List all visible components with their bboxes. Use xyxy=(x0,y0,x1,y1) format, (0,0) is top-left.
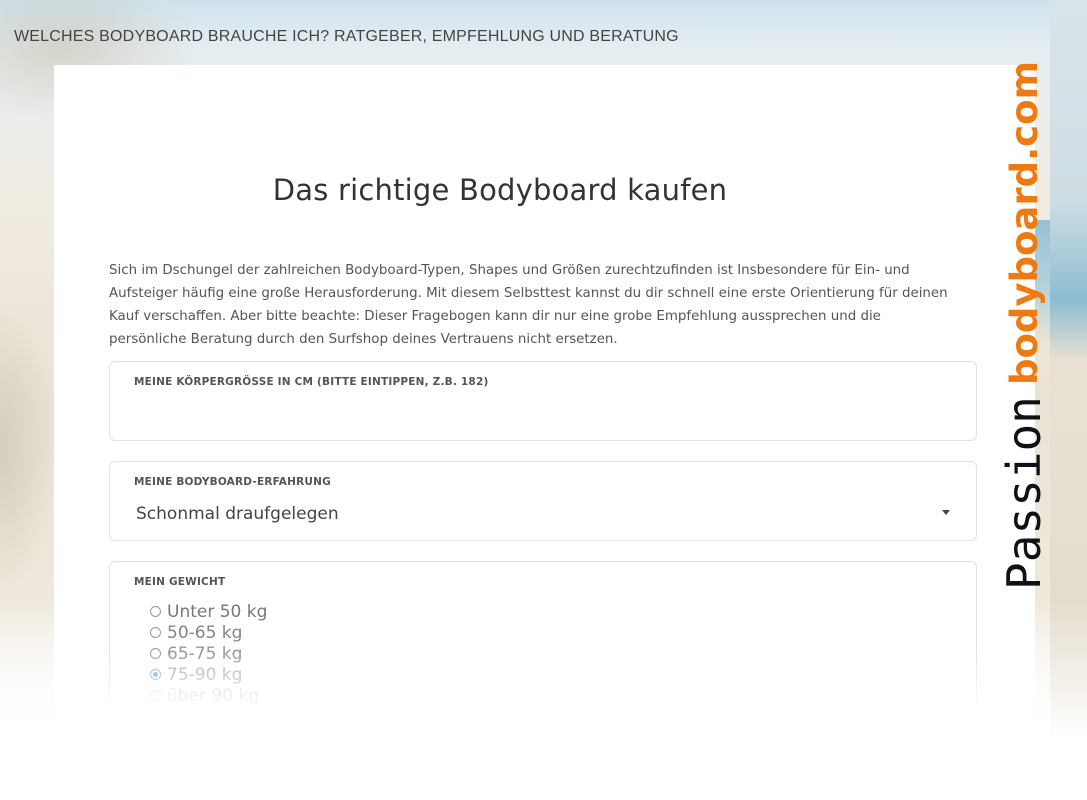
height-input[interactable] xyxy=(132,400,956,430)
intro-line: Aufsteiger häufig eine große Herausforde… xyxy=(109,286,948,301)
weight-field-label: MEIN GEWICHT xyxy=(134,576,226,588)
radio-button[interactable] xyxy=(150,606,161,617)
experience-select[interactable]: Schonmal draufgelegen xyxy=(136,504,339,524)
weight-field: MEIN GEWICHT Unter 50 kg 50-65 kg 65-75 … xyxy=(109,561,977,720)
height-field: MEINE KÖRPERGRÖSSE IN CM (BITTE EINTIPPE… xyxy=(109,361,977,441)
weight-option-label: 50-65 kg xyxy=(167,622,243,643)
radio-button[interactable] xyxy=(150,690,161,701)
weight-option-label: über 90 kg xyxy=(167,685,260,706)
intro-text: Sich im Dschungel der zahlreichen Bodybo… xyxy=(109,259,949,351)
experience-field-label: MEINE BODYBOARD-ERFAHRUNG xyxy=(134,476,331,488)
background-shade xyxy=(0,300,60,600)
passion-bodyboard-logo: Passion bodyboard.com xyxy=(1000,61,1051,590)
weight-option-label: 75-90 kg xyxy=(167,664,243,685)
radio-button-checked[interactable] xyxy=(150,669,161,680)
weight-option-label: 65-75 kg xyxy=(167,643,243,664)
weight-option[interactable]: 50-65 kg xyxy=(150,622,242,643)
weight-option-label: Unter 50 kg xyxy=(167,601,268,622)
logo-text-domain: bodyboard.com xyxy=(1003,61,1046,385)
intro-line: Kauf verschaffen. Aber bitte beachte: Di… xyxy=(109,309,881,324)
intro-line: persönliche Beratung durch den Surfshop … xyxy=(109,332,618,347)
height-field-label: MEINE KÖRPERGRÖSSE IN CM (BITTE EINTIPPE… xyxy=(134,376,489,388)
content-card: Das richtige Bodyboard kaufen Sich im Ds… xyxy=(54,65,1035,720)
caret-down-icon[interactable] xyxy=(942,510,950,515)
weight-option[interactable]: 65-75 kg xyxy=(150,643,242,664)
radio-button[interactable] xyxy=(150,648,161,659)
radio-button[interactable] xyxy=(150,627,161,638)
intro-line: Sich im Dschungel der zahlreichen Bodybo… xyxy=(109,263,910,278)
experience-field[interactable]: MEINE BODYBOARD-ERFAHRUNG Schonmal drauf… xyxy=(109,461,977,541)
page-title: Das richtige Bodyboard kaufen xyxy=(272,173,728,207)
weight-option[interactable]: über 90 kg xyxy=(150,685,259,706)
logo-text-passion: Passion xyxy=(1000,396,1051,590)
page-header-title: WELCHES BODYBOARD BRAUCHE ICH? RATGEBER,… xyxy=(14,28,679,45)
weight-option[interactable]: 75-90 kg xyxy=(150,664,242,685)
weight-option[interactable]: Unter 50 kg xyxy=(150,601,267,622)
